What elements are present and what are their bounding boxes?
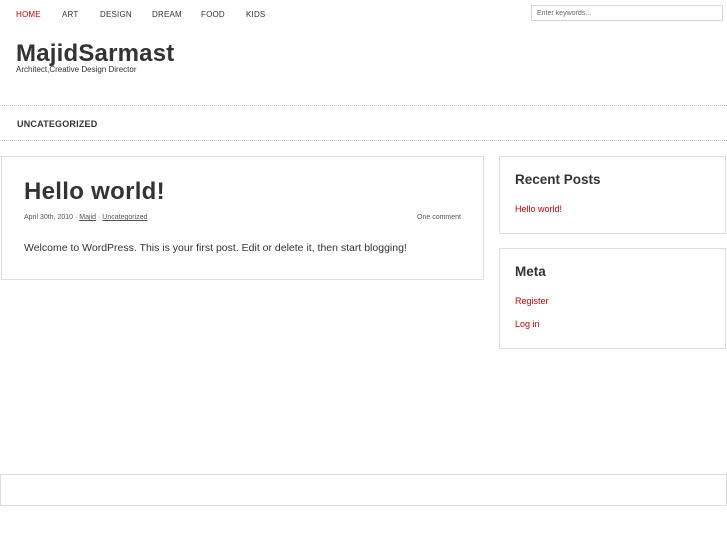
nav-item-kids[interactable]: KIDS <box>246 10 265 19</box>
register-link[interactable]: Register <box>515 296 549 306</box>
post-body: Welcome to WordPress. This is your first… <box>24 242 407 254</box>
meta-title: Meta <box>515 264 546 279</box>
nav-item-home[interactable]: HOME <box>16 10 41 19</box>
login-link[interactable]: Log in <box>515 319 540 329</box>
page: HOME ART DESIGN DREAM FOOD KIDS MajidSar… <box>0 0 727 545</box>
nav-item-art[interactable]: ART <box>62 10 78 19</box>
meta-separator: · <box>97 214 101 221</box>
search-input[interactable] <box>531 5 723 21</box>
post-author-link[interactable]: Majid <box>79 214 96 221</box>
post-comments-link[interactable]: One comment <box>417 214 461 221</box>
site-tagline: Architect,Creative Design Director <box>16 65 137 74</box>
post-title[interactable]: Hello world! <box>24 178 165 206</box>
post-date: April 30th, 2010 <box>24 214 74 221</box>
category-divider <box>0 140 727 141</box>
meta-widget: Meta Register Log in <box>499 248 726 349</box>
nav-item-design[interactable]: DESIGN <box>100 10 132 19</box>
post-category-link[interactable]: Uncategorized <box>102 214 147 221</box>
recent-post-link[interactable]: Hello world! <box>515 204 562 214</box>
post-card: Hello world! April 30th, 2010 · Majid · … <box>1 156 484 280</box>
site-title[interactable]: MajidSarmast <box>16 40 174 68</box>
nav-item-dream[interactable]: DREAM <box>152 10 182 19</box>
top-navigation: HOME ART DESIGN DREAM FOOD KIDS <box>0 0 727 30</box>
category-heading[interactable]: UNCATEGORIZED <box>17 119 97 129</box>
recent-posts-widget: Recent Posts Hello world! <box>499 156 726 234</box>
nav-item-food[interactable]: FOOD <box>201 10 225 19</box>
recent-posts-title: Recent Posts <box>515 172 601 187</box>
meta-separator: · <box>75 214 78 221</box>
post-meta: April 30th, 2010 · Majid · Uncategorized <box>24 214 147 221</box>
footer <box>0 474 727 506</box>
header-divider <box>0 105 727 106</box>
